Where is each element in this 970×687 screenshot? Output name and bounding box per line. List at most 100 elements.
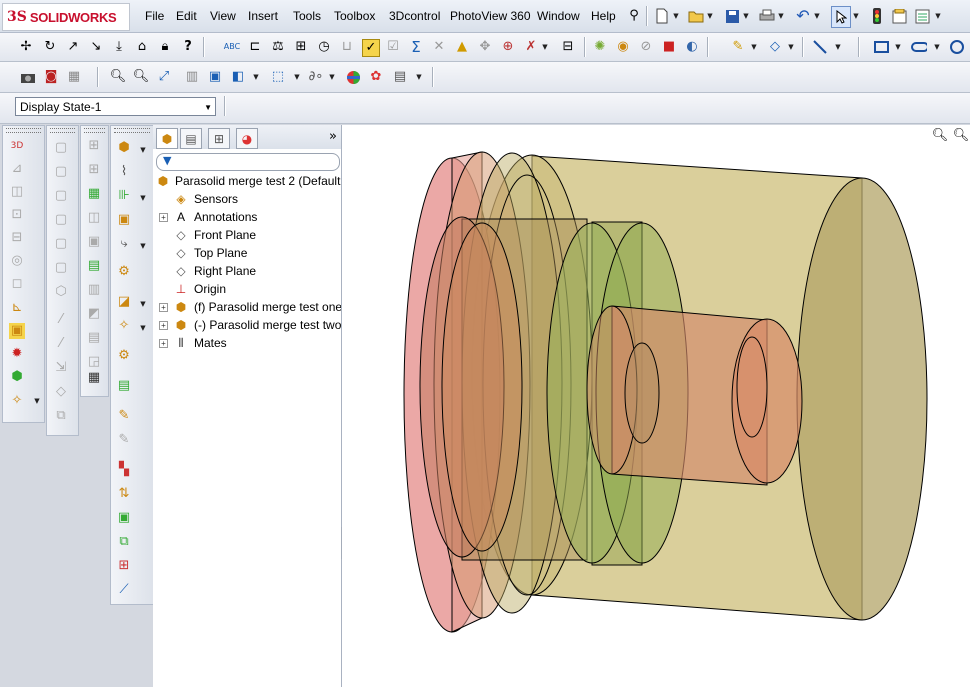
edit-appearance-icon[interactable]: ■ bbox=[661, 39, 677, 55]
display-state-select[interactable]: Display State-1 ▼ bbox=[15, 97, 216, 116]
open-folder-icon[interactable] bbox=[688, 8, 704, 24]
record-view-icon[interactable]: ◙ bbox=[43, 69, 59, 85]
tree-item[interactable]: ⊥ Origin bbox=[153, 280, 341, 298]
new-assembly-icon[interactable]: ▤ bbox=[116, 378, 132, 394]
file-properties-icon[interactable] bbox=[891, 8, 907, 24]
shell-disabled-icon[interactable]: ◎ bbox=[9, 253, 25, 269]
lock-icon[interactable]: 🔒︎ bbox=[157, 39, 173, 55]
bom-icon[interactable]: ▦ bbox=[86, 186, 102, 202]
interference-detection-icon[interactable]: ✗ bbox=[523, 39, 539, 55]
assembly-wand-icon[interactable]: ✧ bbox=[116, 318, 132, 334]
sketch-icon[interactable]: ✎ bbox=[730, 39, 746, 55]
view-toolbar-dropdown-icon[interactable]: ▼ bbox=[415, 69, 423, 85]
appearance-icon[interactable]: ◉ bbox=[615, 39, 631, 55]
warning-triangle-icon[interactable]: ▲ bbox=[454, 39, 470, 55]
menu-edit[interactable]: Edit bbox=[176, 9, 197, 23]
cube-iso-icon[interactable]: ▢ bbox=[53, 260, 69, 276]
slot-tool-icon[interactable] bbox=[911, 39, 927, 55]
sketch-plane-icon[interactable]: ⊿ bbox=[9, 161, 25, 177]
insert-part-icon[interactable]: ⬢ bbox=[116, 140, 132, 156]
move-part-icon[interactable]: ⤷ bbox=[116, 236, 132, 252]
spreadsheet-icon[interactable]: ▦ bbox=[86, 370, 102, 386]
3d-sketch-icon[interactable]: 3D bbox=[9, 138, 25, 154]
equations-sigma-icon[interactable]: Σ bbox=[408, 39, 424, 55]
tab-configuration-manager[interactable]: ⊞ bbox=[208, 128, 230, 149]
rotate-component-icon[interactable]: ↻ bbox=[42, 39, 58, 55]
tree-item[interactable]: ◈ Sensors bbox=[153, 190, 341, 208]
cube-dimetric-icon[interactable]: ⬡ bbox=[53, 284, 69, 300]
check-icon[interactable]: ✓ bbox=[362, 39, 380, 57]
tree-item[interactable]: ◇ Front Plane bbox=[153, 226, 341, 244]
gear-icon[interactable]: ⚙ bbox=[116, 264, 132, 280]
move-dropdown-icon[interactable]: ▼ bbox=[139, 238, 147, 254]
section-view-icon[interactable]: ▥ bbox=[184, 69, 200, 85]
solidworks-logo[interactable]: 3S SOLIDWORKS bbox=[2, 3, 130, 31]
tree-item[interactable]: ◇ Right Plane bbox=[153, 262, 341, 280]
hide-show-dropdown-icon[interactable]: ▼ bbox=[293, 69, 301, 85]
performance-evaluation-icon[interactable]: ◷ bbox=[316, 39, 332, 55]
explode-dropdown-icon[interactable]: ▼ bbox=[139, 296, 147, 312]
menu-toolbox[interactable]: Toolbox bbox=[334, 9, 375, 23]
measure-icon[interactable]: ⊏ bbox=[247, 39, 263, 55]
note-disabled-icon[interactable]: ▥ bbox=[86, 282, 102, 298]
interference-dropdown-icon[interactable]: ▼ bbox=[541, 39, 549, 55]
view-toolbar-icon[interactable]: ▤ bbox=[392, 69, 408, 85]
previous-view-icon[interactable]: ⤢ bbox=[156, 69, 172, 85]
tree-item[interactable]: + ⬢ (f) Parasolid merge test one bbox=[153, 298, 341, 316]
linear-pattern-icon[interactable]: ⊪ bbox=[116, 188, 132, 204]
view-settings-dropdown-icon[interactable]: ▼ bbox=[328, 69, 336, 85]
view-disabled-icon[interactable]: ◫ bbox=[86, 210, 102, 226]
new-dropdown-icon[interactable]: ▼ bbox=[672, 8, 680, 24]
insert-dropdown-icon[interactable]: ▼ bbox=[139, 142, 147, 158]
wand-icon[interactable]: ⁄ bbox=[53, 312, 69, 328]
arrow-diagonal-icon[interactable]: ↘ bbox=[88, 39, 104, 55]
table-disabled-icon[interactable]: ⊞ bbox=[86, 138, 102, 154]
mate-gear-icon[interactable]: ⚙ bbox=[116, 348, 132, 364]
smart-mate-icon[interactable]: ✧ bbox=[9, 393, 25, 409]
rectangle-dropdown-icon[interactable]: ▼ bbox=[894, 39, 902, 55]
display-style-dropdown-icon[interactable]: ▼ bbox=[252, 69, 260, 85]
save-dropdown-icon[interactable]: ▼ bbox=[742, 8, 750, 24]
measure-line-icon[interactable]: ⟋ bbox=[116, 582, 132, 598]
tree-item[interactable]: + ⦀ Mates bbox=[153, 334, 341, 352]
cube-top-icon[interactable]: ▢ bbox=[53, 212, 69, 228]
help-question-icon[interactable]: ? bbox=[180, 39, 196, 55]
tab-display-manager[interactable]: ◕ bbox=[236, 128, 258, 149]
expand-plus-icon[interactable]: + bbox=[159, 303, 168, 312]
tab-property-manager[interactable]: ▤ bbox=[180, 128, 202, 149]
print-dropdown-icon[interactable]: ▼ bbox=[777, 8, 785, 24]
insert-components-icon[interactable]: ✢ bbox=[18, 39, 34, 55]
scene-icon[interactable]: ◐ bbox=[684, 39, 700, 55]
sketch-dropdown-icon[interactable]: ▼ bbox=[750, 39, 758, 55]
add-table-icon[interactable]: ▤ bbox=[86, 258, 102, 274]
dimension-dropdown-icon[interactable]: ▼ bbox=[787, 39, 795, 55]
smart-fasteners-icon[interactable]: ⌂ bbox=[134, 39, 150, 55]
view-settings-icon[interactable]: ∂∘ bbox=[308, 69, 324, 85]
line-dropdown-icon[interactable]: ▼ bbox=[834, 39, 842, 55]
graphics-viewport[interactable]: 🔍︎ 🔍︎ bbox=[342, 125, 970, 687]
mass-properties-icon[interactable]: ⚖ bbox=[270, 39, 286, 55]
table-lines-disabled-icon[interactable]: ▤ bbox=[86, 330, 102, 346]
cube-right-icon[interactable]: ▢ bbox=[53, 236, 69, 252]
zoom-to-fit-icon[interactable]: 🔍︎ bbox=[110, 69, 127, 85]
distribute-icon[interactable]: ⇅ bbox=[116, 486, 132, 502]
menu-photoview[interactable]: PhotoView 360 bbox=[450, 9, 531, 23]
tree-item[interactable]: + A Annotations bbox=[153, 208, 341, 226]
photoview-render-icon[interactable]: ✺ bbox=[592, 39, 608, 55]
open-dropdown-icon[interactable]: ▼ bbox=[706, 8, 714, 24]
edit-component-icon[interactable]: ✎ bbox=[116, 408, 132, 424]
menu-3dcontrol[interactable]: 3Dcontrol bbox=[389, 9, 440, 23]
assembly-feature-icon[interactable]: ⬢ bbox=[9, 369, 25, 385]
undo-icon[interactable]: ↶ bbox=[795, 8, 811, 24]
print-icon[interactable] bbox=[759, 8, 775, 24]
select-pointer-icon[interactable] bbox=[831, 6, 851, 28]
menu-help[interactable]: Help bbox=[591, 9, 616, 23]
hole-alignment-icon[interactable]: ⊔ bbox=[339, 39, 355, 55]
layers-icon[interactable]: ⧉ bbox=[116, 534, 132, 550]
expand-plus-icon[interactable]: + bbox=[159, 339, 168, 348]
slot-dropdown-icon[interactable]: ▼ bbox=[933, 39, 941, 55]
menu-file[interactable]: File bbox=[145, 9, 164, 23]
zoom-to-area-icon[interactable]: 🔍︎ bbox=[133, 69, 150, 85]
menu-tools[interactable]: Tools bbox=[293, 9, 321, 23]
tree-filter-input[interactable]: ▼ bbox=[156, 153, 340, 171]
